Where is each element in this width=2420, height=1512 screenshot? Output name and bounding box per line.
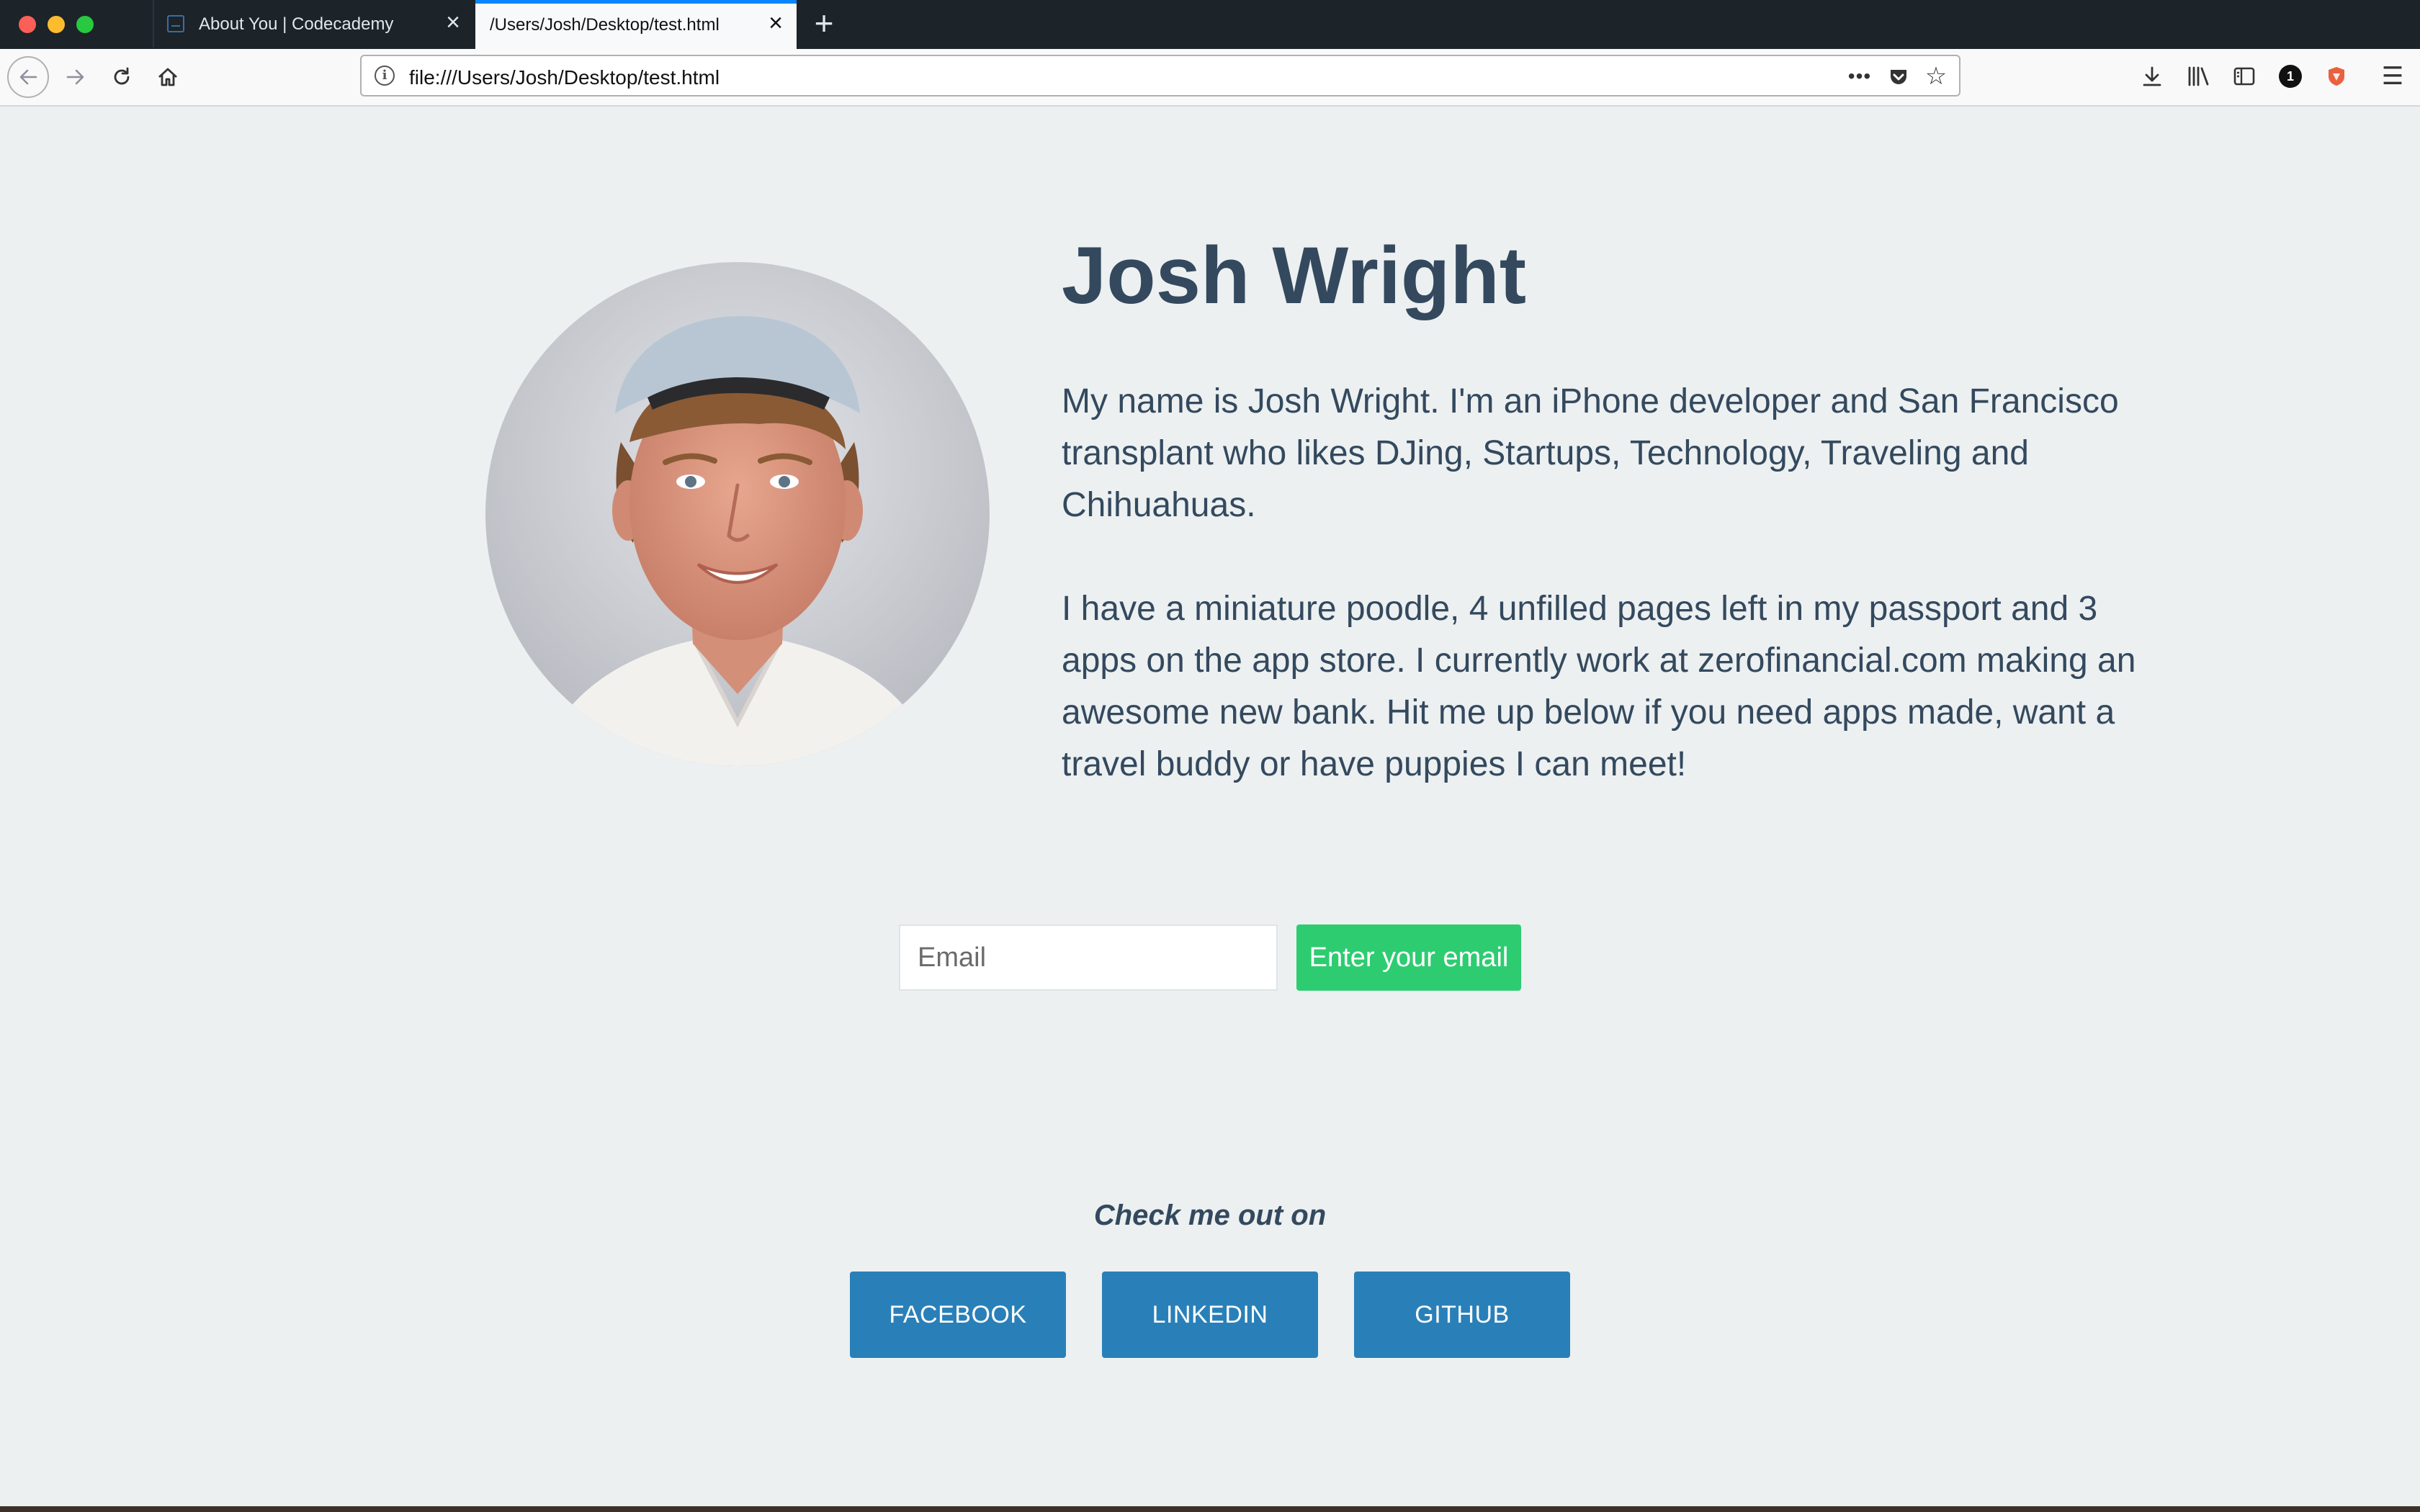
page-actions-more-icon[interactable]: ••• <box>1847 63 1873 89</box>
back-arrow-icon <box>19 69 37 85</box>
shield-icon <box>2329 67 2344 86</box>
tab-test-html[interactable]: /Users/Josh/Desktop/test.html × <box>475 0 797 49</box>
hamburger-menu-icon[interactable]: ☰ <box>2377 60 2408 92</box>
onepassword-icon: 1 <box>2279 65 2302 88</box>
library-shape <box>2188 66 2209 86</box>
onepassword-extension-button[interactable]: 1 <box>2275 60 2306 92</box>
forward-button[interactable] <box>56 58 95 96</box>
tab-strip: About You | Codecademy × /Users/Josh/Des… <box>0 0 2420 49</box>
linkedin-button[interactable]: LINKEDIN <box>1102 1272 1318 1358</box>
downloads-icon[interactable] <box>2136 60 2168 92</box>
close-window-button[interactable] <box>19 16 36 33</box>
minimize-window-button[interactable] <box>48 16 65 33</box>
github-button[interactable]: GITHUB <box>1354 1272 1570 1358</box>
sidebar-shape <box>2233 67 2255 86</box>
close-tab-icon[interactable]: × <box>765 11 786 35</box>
email-input[interactable] <box>899 924 1278 991</box>
bookmark-star-icon[interactable]: ☆ <box>1923 63 1949 90</box>
home-icon <box>158 68 177 86</box>
page-content: Josh Wright My name is Josh Wright. I'm … <box>0 107 2420 1506</box>
home-button[interactable] <box>148 58 187 96</box>
tab-title: /Users/Josh/Desktop/test.html <box>490 15 720 35</box>
pocket-icon[interactable] <box>1886 63 1912 89</box>
submit-email-button[interactable]: Enter your email <box>1296 924 1521 991</box>
facebook-button[interactable]: FACEBOOK <box>850 1272 1066 1358</box>
tab-title: About You | Codecademy <box>199 14 394 34</box>
url-text[interactable]: file:///Users/Josh/Desktop/test.html <box>409 66 720 89</box>
address-bar[interactable]: i file:///Users/Josh/Desktop/test.html •… <box>360 55 1960 96</box>
codecademy-favicon-icon <box>167 15 184 32</box>
tab-codecademy[interactable]: About You | Codecademy × <box>153 0 474 48</box>
profile-photo <box>485 262 990 766</box>
library-icon[interactable] <box>2182 60 2214 92</box>
back-button[interactable] <box>7 56 49 98</box>
sidebar-toggle-icon[interactable] <box>2228 60 2260 92</box>
reload-icon <box>114 67 130 85</box>
forward-arrow-icon <box>66 69 84 85</box>
window-bottom-edge <box>0 1506 2420 1512</box>
navigation-toolbar: i file:///Users/Josh/Desktop/test.html •… <box>0 49 2420 107</box>
close-tab-icon[interactable]: × <box>442 10 464 35</box>
social-heading: Check me out on <box>1093 1200 1327 1231</box>
zoom-window-button[interactable] <box>76 16 94 33</box>
reload-button[interactable] <box>102 58 141 96</box>
download-arrow-shape <box>2143 66 2161 86</box>
pocket-shape <box>1891 70 1906 84</box>
profile-portrait-illustration <box>485 262 990 766</box>
new-tab-button[interactable]: + <box>810 6 838 40</box>
shield-extension-button[interactable] <box>2321 60 2352 92</box>
bio-paragraph: My name is Josh Wright. I'm an iPhone de… <box>1062 382 2119 524</box>
profile-name: Josh Wright <box>1062 230 1527 320</box>
site-info-icon[interactable]: i <box>375 66 395 86</box>
bio-paragraph: I have a miniature poodle, 4 unfilled pa… <box>1062 590 2136 783</box>
